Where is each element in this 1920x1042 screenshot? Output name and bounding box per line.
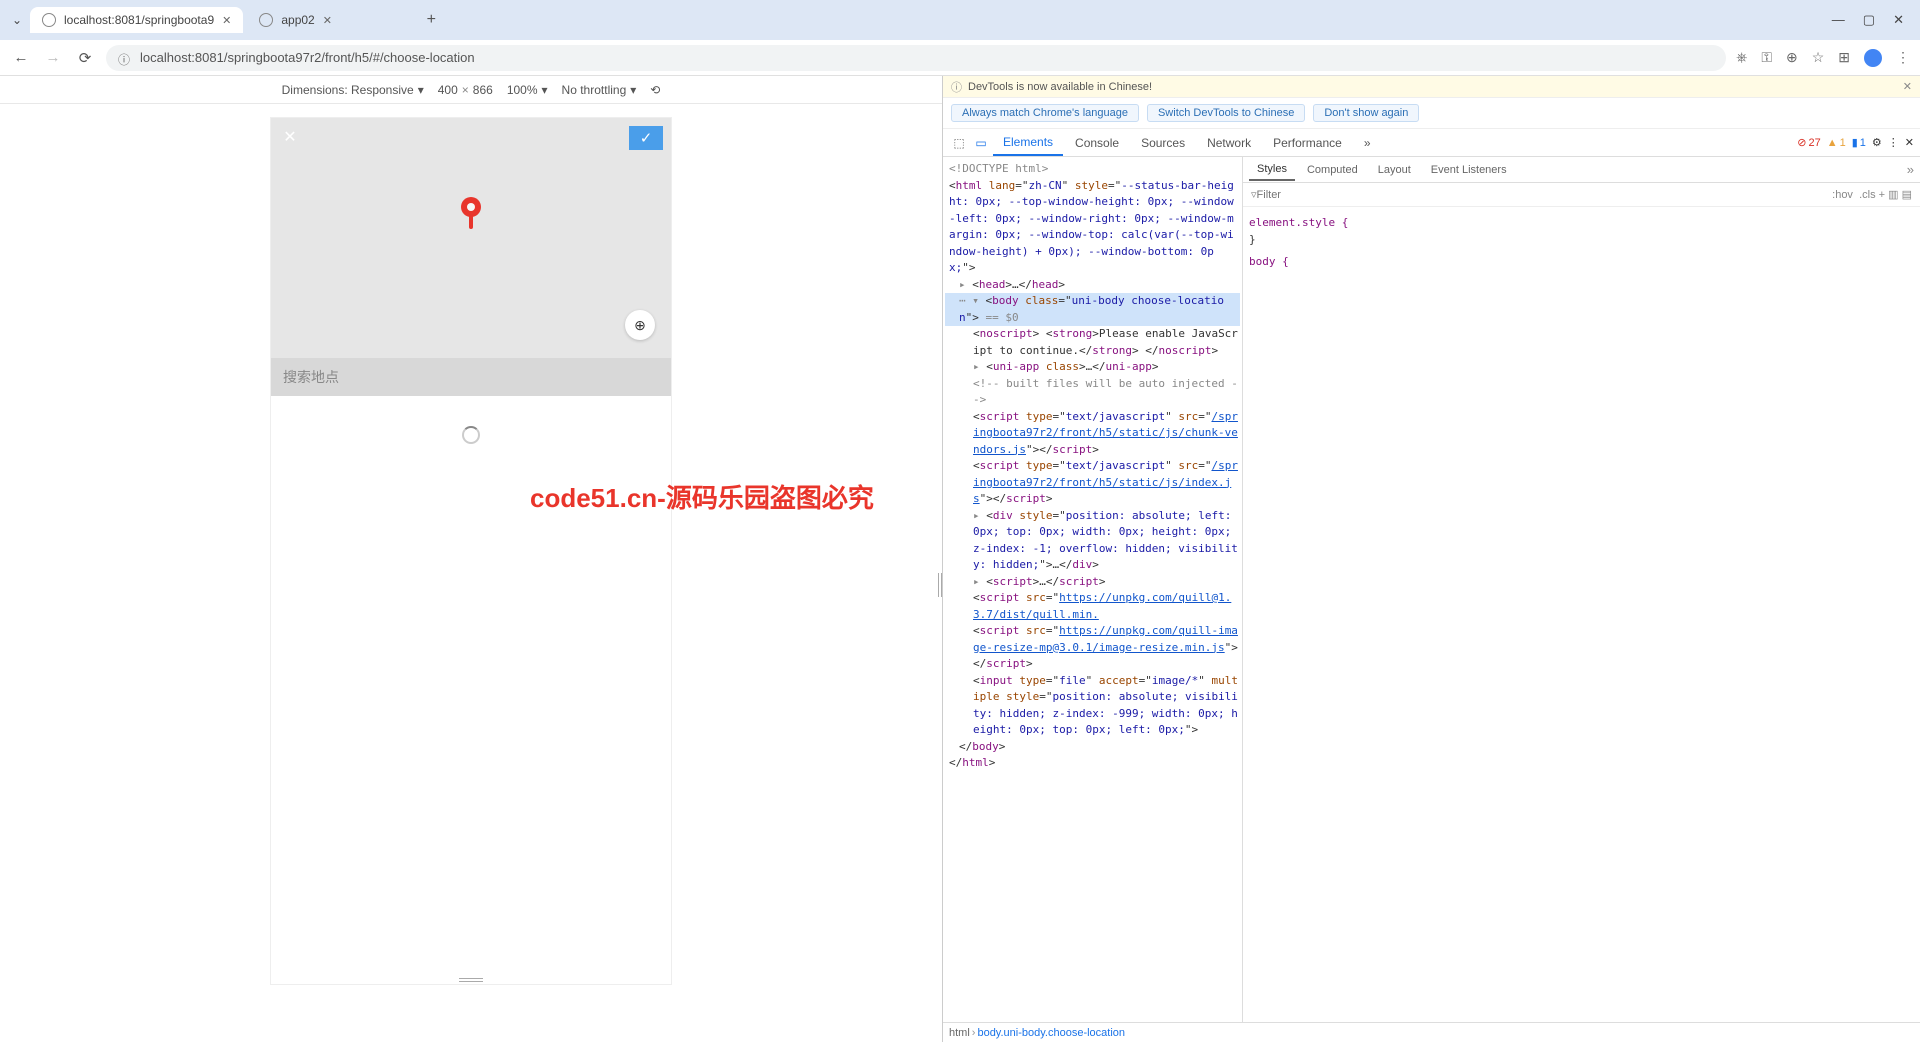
tab-network[interactable]: Network (1197, 131, 1261, 155)
map-confirm-button[interactable]: ✓ (629, 126, 663, 150)
browser-titlebar: ⌄ localhost:8081/springboota9 ✕ app02 ✕ … (0, 0, 1920, 40)
reload-button[interactable]: ⟳ (74, 47, 96, 69)
computed-icon[interactable]: ▤ (1902, 188, 1912, 201)
styles-panel: Styles Computed Layout Event Listeners »… (1243, 157, 1920, 1022)
tab-performance[interactable]: Performance (1263, 131, 1352, 155)
close-icon[interactable]: ✕ (1905, 136, 1914, 149)
close-icon[interactable]: ✕ (222, 14, 231, 27)
map-area[interactable]: ✕ ✓ ⊕ (271, 118, 671, 358)
loading-spinner-icon (462, 426, 480, 444)
styles-more-icon[interactable]: » (1907, 162, 1914, 177)
globe-icon (42, 13, 56, 27)
extensions-icon[interactable]: ⊞ (1838, 49, 1850, 66)
menu-icon[interactable]: ⋮ (1888, 136, 1899, 149)
new-style-icon[interactable]: + (1879, 189, 1885, 201)
maximize-icon[interactable]: ▢ (1863, 12, 1875, 28)
height-input[interactable]: 866 (473, 83, 493, 97)
styles-rules[interactable]: element.style {}body {</span></div><div … (1243, 207, 1920, 1022)
layout-icon[interactable]: ▥ (1888, 188, 1898, 201)
device-toolbar: Dimensions: Responsive ▾ 400 × 866 100% … (0, 76, 942, 104)
url-text: localhost:8081/springboota97r2/front/h5/… (140, 50, 475, 65)
devtools-language-notice: ⓘ DevTools is now available in Chinese! … (943, 76, 1920, 98)
info-count[interactable]: ▮ 1 (1852, 136, 1866, 149)
profile-avatar[interactable] (1864, 49, 1882, 67)
tab-event-listeners[interactable]: Event Listeners (1423, 160, 1515, 180)
device-emulation-pane: Dimensions: Responsive ▾ 400 × 866 100% … (0, 76, 942, 1042)
resize-handle-bottom[interactable] (459, 978, 483, 982)
throttling-dropdown[interactable]: No throttling ▾ (562, 83, 637, 97)
bookmark-icon[interactable]: ☆ (1812, 49, 1825, 66)
menu-icon[interactable]: ⋮ (1896, 49, 1910, 66)
error-count[interactable]: ⊘ 27 (1797, 136, 1820, 149)
rotate-icon[interactable]: ⟲ (650, 83, 660, 97)
location-results (271, 396, 671, 984)
forward-button[interactable]: → (42, 47, 64, 69)
new-tab-button[interactable]: + (421, 10, 441, 30)
password-icon[interactable]: ⚿ (1761, 49, 1772, 66)
devtools-main-tabs: ⬚ ▭ Elements Console Sources Network Per… (943, 129, 1920, 157)
styles-filter-row: ▿ :hov .cls + ▥ ▤ (1243, 183, 1920, 207)
site-info-icon[interactable]: ⓘ (118, 51, 132, 65)
device-viewport: ✕ ✓ ⊕ 搜索地点 (271, 118, 671, 984)
browser-tab-1[interactable]: localhost:8081/springboota9 ✕ (30, 7, 243, 33)
tab-title: app02 (281, 13, 314, 27)
tab-search-button[interactable]: ⌄ (8, 11, 26, 29)
globe-icon (259, 13, 273, 27)
cls-toggle[interactable]: .cls (1859, 189, 1876, 201)
device-toggle-icon[interactable]: ▭ (971, 136, 991, 150)
devtools-panel: ⓘ DevTools is now available in Chinese! … (942, 76, 1920, 1042)
lang-switch-button[interactable]: Switch DevTools to Chinese (1147, 104, 1305, 122)
search-location-input[interactable]: 搜索地点 (271, 358, 671, 396)
back-button[interactable]: ← (10, 47, 32, 69)
close-icon[interactable]: ✕ (323, 14, 332, 27)
zoom-icon[interactable]: ⊕ (1786, 49, 1798, 66)
dom-tree[interactable]: <!DOCTYPE html> <html lang="zh-CN" style… (943, 157, 1243, 1022)
dom-breadcrumb[interactable]: html › body.uni-body.choose-location (943, 1022, 1920, 1042)
map-close-button[interactable]: ✕ (279, 126, 301, 148)
selected-dom-node[interactable]: ⋯ ▾ <body class="uni-body choose-locatio… (945, 293, 1240, 326)
tab-console[interactable]: Console (1065, 131, 1129, 155)
tab-layout[interactable]: Layout (1370, 160, 1419, 180)
minimize-icon[interactable]: — (1832, 12, 1845, 28)
locate-button[interactable]: ⊕ (625, 310, 655, 340)
tab-styles[interactable]: Styles (1249, 159, 1295, 181)
lang-dismiss-button[interactable]: Don't show again (1313, 104, 1419, 122)
tab-sources[interactable]: Sources (1131, 131, 1195, 155)
tabs-more-icon[interactable]: » (1354, 131, 1381, 155)
address-bar[interactable]: ⓘ localhost:8081/springboota97r2/front/h… (106, 45, 1726, 71)
tab-computed[interactable]: Computed (1299, 160, 1366, 180)
lang-match-button[interactable]: Always match Chrome's language (951, 104, 1139, 122)
zoom-dropdown[interactable]: 100% ▾ (507, 83, 548, 97)
browser-toolbar: ← → ⟳ ⓘ localhost:8081/springboota97r2/f… (0, 40, 1920, 76)
tab-title: localhost:8081/springboota9 (64, 13, 214, 27)
styles-filter-input[interactable] (1257, 189, 1337, 201)
browser-tab-2[interactable]: app02 ✕ (247, 7, 417, 33)
window-controls: — ▢ ✕ (1832, 12, 1912, 28)
resize-handle-right[interactable] (938, 573, 942, 597)
inspect-icon[interactable]: ⬚ (949, 136, 969, 150)
gear-icon[interactable]: ⚙ (1872, 136, 1882, 149)
map-pin-icon (458, 196, 484, 235)
width-input[interactable]: 400 (438, 83, 458, 97)
location-icon[interactable]: ⎈ (1736, 49, 1747, 66)
tab-elements[interactable]: Elements (993, 130, 1063, 156)
warning-count[interactable]: ▲ 1 (1827, 137, 1846, 149)
close-icon[interactable]: ✕ (1893, 12, 1904, 28)
close-icon[interactable]: ✕ (1903, 80, 1912, 93)
hov-toggle[interactable]: :hov (1832, 189, 1853, 201)
dimensions-dropdown[interactable]: Dimensions: Responsive ▾ (282, 83, 424, 97)
info-icon: ⓘ (951, 79, 962, 95)
